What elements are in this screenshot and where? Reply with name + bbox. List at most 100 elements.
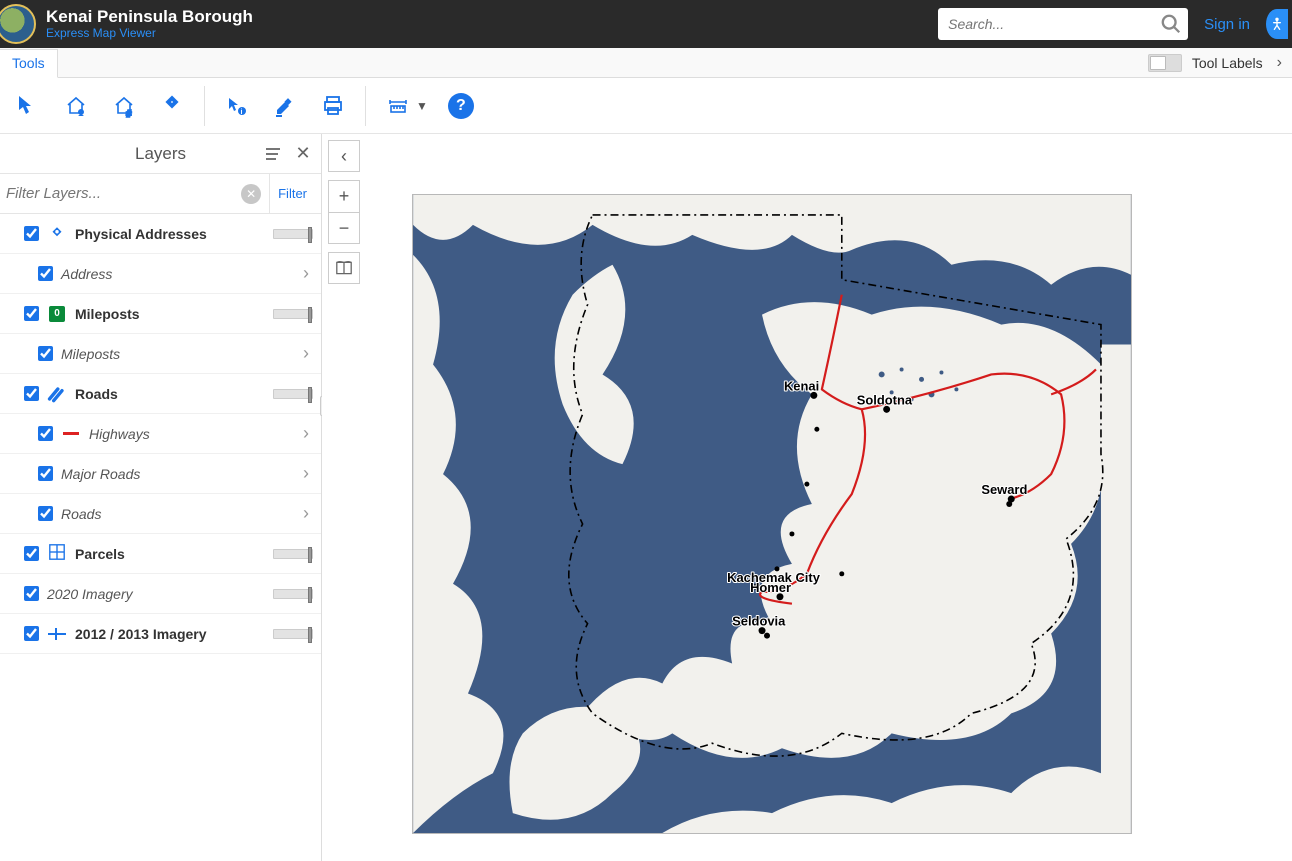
- city-label-homer: Homer: [750, 580, 791, 595]
- layer-label: Physical Addresses: [75, 226, 207, 242]
- pin-tool[interactable]: [148, 86, 196, 126]
- collapse-panel-button[interactable]: ‹: [328, 140, 360, 172]
- chevron-right-icon[interactable]: ›: [1273, 54, 1286, 72]
- layer-checkbox[interactable]: [24, 626, 39, 641]
- layer-icon: [47, 624, 67, 644]
- svg-text:#: #: [126, 109, 132, 118]
- map-column: ‹ + −: [322, 134, 1292, 861]
- layer-row-rd[interactable]: Roads ›: [0, 494, 321, 534]
- opacity-slider[interactable]: [273, 589, 313, 599]
- chevron-right-icon[interactable]: ›: [299, 463, 313, 484]
- layer-row-mp[interactable]: 0 Mileposts: [0, 294, 321, 334]
- bookmarks-button[interactable]: [328, 252, 360, 284]
- main-area: Layers ✕ ✕ Filter Physical Addresses Addr…: [0, 134, 1292, 861]
- chevron-down-icon[interactable]: ▼: [416, 99, 436, 113]
- layer-checkbox[interactable]: [38, 506, 53, 521]
- search-input[interactable]: [948, 16, 1160, 32]
- tab-tools[interactable]: Tools: [0, 49, 58, 78]
- layer-checkbox[interactable]: [38, 466, 53, 481]
- chevron-right-icon[interactable]: ›: [299, 423, 313, 444]
- layer-label: Address: [61, 266, 112, 282]
- home-user-tool[interactable]: [52, 86, 100, 126]
- search-icon[interactable]: [1160, 13, 1182, 35]
- layer-label: 2012 / 2013 Imagery: [75, 626, 207, 642]
- map-side-controls: ‹ + −: [328, 140, 360, 284]
- global-search[interactable]: [938, 8, 1188, 40]
- app-subtitle[interactable]: Express Map Viewer: [46, 27, 253, 41]
- app-title: Kenai Peninsula Borough: [46, 7, 253, 27]
- print-tool[interactable]: [309, 86, 357, 126]
- close-icon[interactable]: ✕: [291, 142, 315, 166]
- panel-title: Layers: [135, 144, 186, 164]
- layer-icon: [47, 384, 67, 404]
- filter-row: ✕ Filter: [0, 174, 321, 214]
- identify-tool[interactable]: [4, 86, 52, 126]
- layer-checkbox[interactable]: [24, 226, 39, 241]
- layer-label: Highways: [89, 426, 150, 442]
- layer-checkbox[interactable]: [38, 266, 53, 281]
- layer-checkbox[interactable]: [38, 426, 53, 441]
- layer-checkbox[interactable]: [24, 386, 39, 401]
- tool-labels-label: Tool Labels: [1192, 55, 1263, 71]
- chevron-right-icon[interactable]: ›: [299, 503, 313, 524]
- layer-checkbox[interactable]: [24, 546, 39, 561]
- tools-menubar: Tools Tool Labels ›: [0, 48, 1292, 78]
- home-hash-tool[interactable]: #: [100, 86, 148, 126]
- layer-label: Major Roads: [61, 466, 140, 482]
- layer-label: Mileposts: [61, 346, 120, 362]
- layer-row-img20[interactable]: 2020 Imagery: [0, 574, 321, 614]
- cursor-info-tool[interactable]: i: [213, 86, 261, 126]
- opacity-slider[interactable]: [273, 309, 313, 319]
- svg-text:i: i: [241, 109, 243, 116]
- map-canvas[interactable]: KenaiSoldotnaSewardKachemak CityHomerSel…: [412, 194, 1132, 834]
- layer-label: Parcels: [75, 546, 125, 562]
- opacity-slider[interactable]: [273, 629, 313, 639]
- layer-label: Roads: [75, 386, 118, 402]
- layer-filter-input[interactable]: [6, 181, 233, 206]
- edit-layer-tool[interactable]: [261, 86, 309, 126]
- opacity-slider[interactable]: [273, 389, 313, 399]
- opacity-slider[interactable]: [273, 229, 313, 239]
- city-label-seward: Seward: [981, 482, 1027, 497]
- toolbar: # i ▼ ?: [0, 78, 1292, 134]
- layer-icon: 0: [47, 304, 67, 324]
- app-titles: Kenai Peninsula Borough Express Map View…: [46, 7, 253, 40]
- filter-button[interactable]: Filter: [269, 174, 315, 213]
- app-header: Kenai Peninsula Borough Express Map View…: [0, 0, 1292, 48]
- layer-row-addr[interactable]: Address ›: [0, 254, 321, 294]
- layer-row-parc[interactable]: Parcels: [0, 534, 321, 574]
- layer-icon: [47, 224, 67, 244]
- layer-checkbox[interactable]: [24, 586, 39, 601]
- layer-checkbox[interactable]: [38, 346, 53, 361]
- layer-list: Physical AddressesAddress›0MilepostsMile…: [0, 214, 321, 861]
- layers-panel: Layers ✕ ✕ Filter Physical Addresses Addr…: [0, 134, 322, 861]
- measure-tool[interactable]: [374, 86, 422, 126]
- city-label-kenai: Kenai: [784, 378, 819, 393]
- signin-link[interactable]: Sign in: [1204, 16, 1250, 33]
- layer-row-phys[interactable]: Physical Addresses: [0, 214, 321, 254]
- layer-icon: [61, 424, 81, 444]
- accessibility-icon[interactable]: [1266, 9, 1288, 39]
- city-label-soldotna: Soldotna: [857, 392, 913, 407]
- layer-label: 2020 Imagery: [47, 586, 133, 602]
- layer-row-img12[interactable]: 2012 / 2013 Imagery: [0, 614, 321, 654]
- city-label-seldovia: Seldovia: [732, 614, 786, 629]
- layer-row-hw[interactable]: Highways ›: [0, 414, 321, 454]
- layer-icon: [47, 544, 67, 564]
- clear-filter-icon[interactable]: ✕: [241, 184, 261, 204]
- help-button[interactable]: ?: [448, 93, 474, 119]
- zoom-out-button[interactable]: −: [328, 212, 360, 244]
- layer-row-mpc[interactable]: Mileposts ›: [0, 334, 321, 374]
- layer-label: Mileposts: [75, 306, 140, 322]
- chevron-right-icon[interactable]: ›: [299, 343, 313, 364]
- layer-row-roads[interactable]: Roads: [0, 374, 321, 414]
- opacity-slider[interactable]: [273, 549, 313, 559]
- tool-labels-toggle[interactable]: [1148, 54, 1182, 72]
- zoom-in-button[interactable]: +: [328, 180, 360, 212]
- layer-checkbox[interactable]: [24, 306, 39, 321]
- layer-label: Roads: [61, 506, 101, 522]
- org-logo: [0, 4, 36, 44]
- chevron-right-icon[interactable]: ›: [299, 263, 313, 284]
- panel-menu-icon[interactable]: [261, 142, 285, 166]
- layer-row-mr[interactable]: Major Roads ›: [0, 454, 321, 494]
